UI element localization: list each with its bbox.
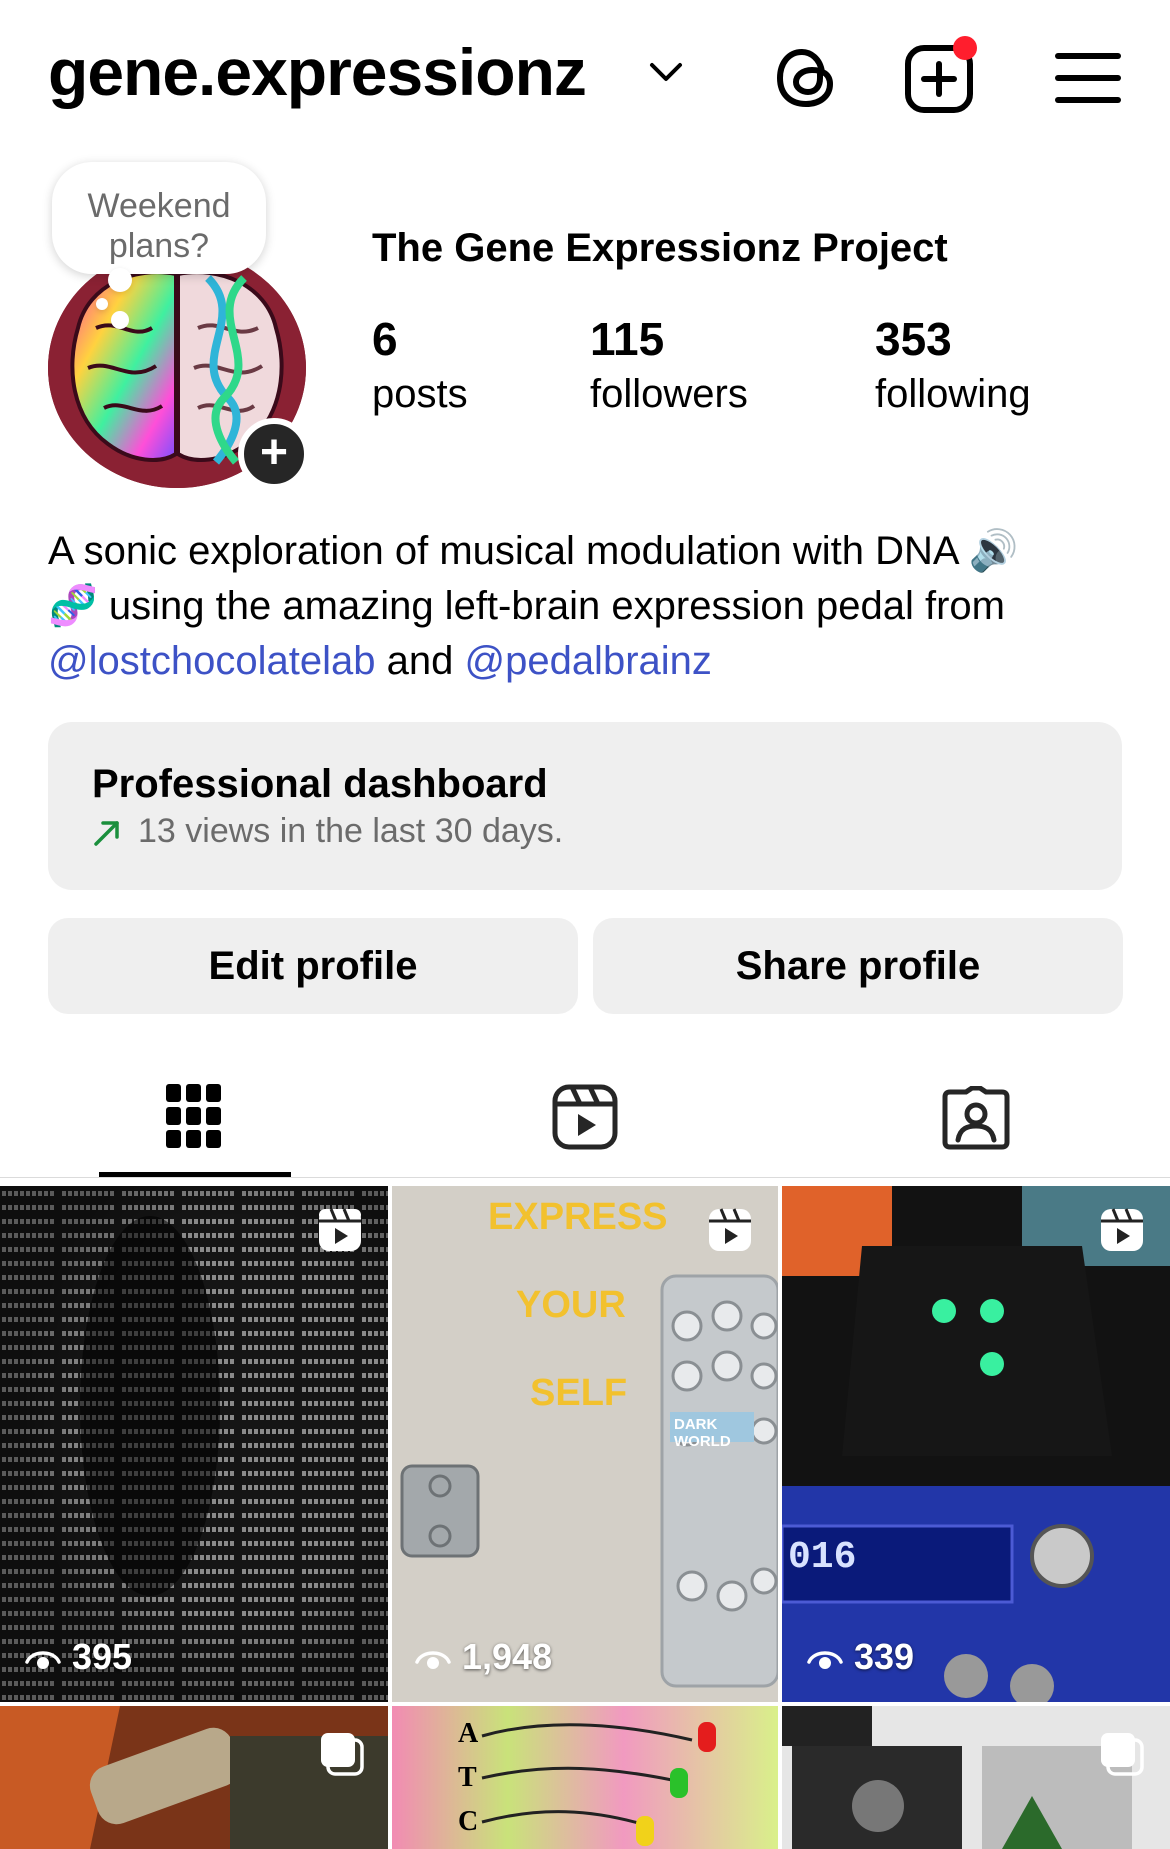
threads-icon[interactable] (766, 38, 846, 118)
grid-post-3[interactable]: 016 (782, 1186, 1170, 1702)
grid-post-5[interactable]: A T C (392, 1706, 778, 1849)
dna-letters-face-thumbnail (0, 1186, 388, 1702)
tab-divider (0, 1177, 1170, 1178)
reel-badge-icon (319, 1208, 361, 1251)
pedal-label: DARK WORLD (674, 1416, 731, 1450)
view-count: 395 (72, 1636, 133, 1677)
letter-a: A (458, 1718, 479, 1749)
bio-line-3: @lostchocolatelab and @pedalbrainz (48, 634, 1128, 689)
letter-c: C (458, 1806, 479, 1837)
posts-label[interactable]: posts (372, 372, 468, 417)
mention-pedalbrainz[interactable]: @pedalbrainz (464, 639, 711, 683)
dashboard-subtitle: 13 views in the last 30 days. (138, 812, 564, 850)
chevron-down-icon[interactable] (648, 60, 684, 84)
share-profile-button[interactable]: Share profile (593, 918, 1123, 1014)
mention-lostchocolatelab[interactable]: @lostchocolatelab (48, 639, 375, 683)
posts-count[interactable]: 6 (372, 312, 398, 366)
reel-badge-icon (709, 1208, 751, 1251)
your-text: YOUR (516, 1284, 626, 1326)
followers-label[interactable]: followers (590, 372, 748, 417)
bio: A sonic exploration of musical modulatio… (48, 524, 1128, 689)
view-count: 339 (854, 1636, 915, 1677)
views-icon (807, 1651, 843, 1669)
bio-line-1: A sonic exploration of musical modulatio… (48, 529, 1019, 573)
grid-icon[interactable] (166, 1082, 222, 1150)
notification-dot (953, 36, 977, 60)
following-label[interactable]: following (875, 372, 1031, 417)
add-story-button[interactable]: + (238, 418, 310, 490)
self-text: SELF (530, 1372, 628, 1414)
bio-line-2: 🧬 using the amazing left-brain expressio… (48, 584, 1005, 628)
note-bubble[interactable]: Weekend plans? (52, 162, 266, 310)
following-count[interactable]: 353 (875, 312, 952, 366)
carousel-badge-icon (321, 1733, 364, 1776)
grid-post-2[interactable]: EXPRESS YOUR SELF DARK WORLD (392, 1186, 778, 1702)
followers-count[interactable]: 115 (590, 312, 664, 366)
edit-profile-button[interactable]: Edit profile (48, 918, 578, 1014)
tagged-icon[interactable] (942, 1086, 1010, 1150)
atc-leds-thumbnail (392, 1706, 778, 1849)
trend-up-arrow-icon (94, 821, 119, 846)
carousel-badge-icon (1101, 1733, 1144, 1776)
synth-screen-text: 016 (788, 1536, 857, 1579)
express-text: EXPRESS (488, 1196, 668, 1238)
letter-t: T (458, 1762, 477, 1793)
display-name: The Gene Expressionz Project (372, 226, 948, 270)
pedal-synth-thumbnail (782, 1186, 1170, 1702)
view-count: 1,948 (462, 1636, 553, 1677)
profile-username[interactable]: gene.expressionz (48, 34, 587, 110)
reel-badge-icon (1101, 1208, 1143, 1251)
dashboard-title: Professional dashboard (92, 762, 548, 806)
bio-and: and (386, 639, 454, 683)
views-icon (25, 1651, 61, 1669)
views-icon (415, 1651, 451, 1669)
menu-icon[interactable] (1046, 38, 1126, 118)
grid-post-1[interactable] (0, 1186, 388, 1702)
reels-icon[interactable] (552, 1084, 618, 1150)
